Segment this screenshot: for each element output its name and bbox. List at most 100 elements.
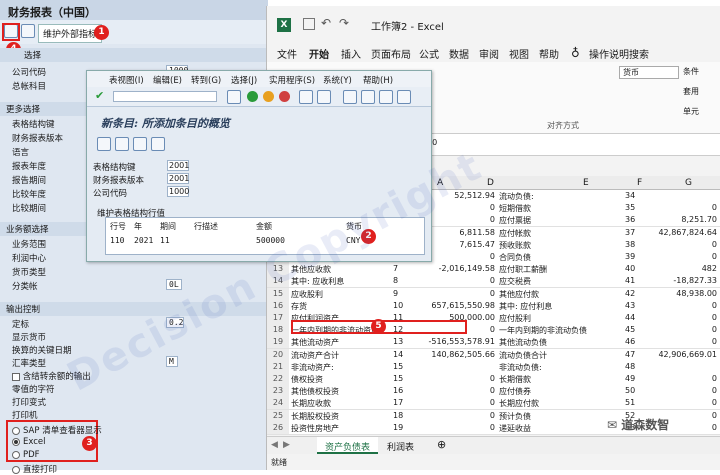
cell[interactable]: 应付帐款 — [499, 228, 621, 239]
cancel-icon[interactable] — [279, 91, 290, 102]
cell[interactable]: 应付股利 — [499, 313, 621, 324]
cell[interactable]: 7 — [393, 264, 423, 273]
table-row[interactable]: 15 应收股利 9 0 其他应付款 42 48,938.00 — [267, 287, 720, 301]
cell[interactable]: 应交税费 — [499, 276, 621, 287]
cell[interactable]: 38 — [625, 240, 649, 249]
cell[interactable]: 46 — [625, 337, 649, 346]
row-number[interactable]: 19 — [267, 336, 289, 349]
cell[interactable]: 应收股利 — [291, 289, 393, 300]
cell[interactable]: 13 — [393, 337, 423, 346]
radio-pdf[interactable]: PDF — [12, 450, 40, 460]
redo-icon[interactable]: ↷ — [339, 16, 349, 30]
cell[interactable]: 其他债权投资 — [291, 386, 393, 397]
radio-icon[interactable] — [12, 426, 20, 435]
cell[interactable]: 0 — [425, 386, 495, 395]
cell[interactable]: 42,867,824.64 — [651, 228, 717, 237]
cell[interactable]: 0 — [651, 252, 717, 261]
cell[interactable]: 34 — [625, 191, 649, 200]
cell[interactable]: 合同负债 — [499, 252, 621, 263]
cell[interactable]: 债权投资 — [291, 374, 393, 385]
cell[interactable]: 50 — [625, 386, 649, 395]
cell[interactable]: 非流动资产: — [291, 362, 393, 373]
menu-item[interactable]: 表视图(I) — [109, 74, 144, 86]
radio-direct-print[interactable]: 直接打印 — [12, 463, 57, 475]
col-header[interactable]: G — [685, 178, 692, 188]
row-number[interactable]: 17 — [267, 312, 289, 324]
cell[interactable]: 0 — [651, 240, 717, 249]
cell[interactable]: 0 — [425, 289, 495, 298]
table-row[interactable]: 16 存货 10 657,615,550.98 其中: 应付利息 43 0 — [267, 299, 720, 313]
tab-data[interactable]: 数据 — [449, 46, 469, 61]
cell[interactable]: 0 — [651, 301, 717, 310]
cell[interactable]: 预收账款 — [499, 240, 621, 251]
row-number[interactable]: 18 — [267, 324, 289, 337]
conditional-format-button[interactable]: 条件 — [683, 66, 699, 77]
checkbox-icon[interactable] — [12, 372, 20, 381]
undo-icon[interactable]: ↶ — [321, 16, 331, 30]
row-number[interactable]: 21 — [267, 360, 289, 373]
cell[interactable]: 应付债券 — [499, 386, 621, 397]
cell-year[interactable]: 2021 — [134, 236, 153, 245]
menu-item[interactable]: 帮助(H) — [363, 74, 393, 86]
col-header-year[interactable]: 年 — [134, 221, 142, 232]
cell[interactable]: 16 — [393, 386, 423, 395]
cell[interactable]: 44 — [625, 313, 649, 322]
menu-item[interactable]: 系统(Y) — [323, 74, 352, 86]
row-number[interactable]: 22 — [267, 373, 289, 385]
cell[interactable]: 45 — [625, 325, 649, 334]
cell[interactable]: 9 — [393, 289, 423, 298]
cell[interactable]: 19 — [393, 423, 423, 432]
cell[interactable]: -2,016,149.58 — [425, 264, 495, 273]
cell[interactable]: 15 — [393, 362, 423, 371]
cell[interactable]: 0 — [651, 203, 717, 212]
print-icon[interactable] — [299, 90, 313, 104]
number-format-select[interactable]: 货币 — [619, 66, 679, 79]
cell[interactable]: 长期应付款 — [499, 398, 621, 409]
cell[interactable]: -18,827.33 — [651, 276, 717, 285]
cell[interactable]: 39 — [625, 252, 649, 261]
sheet-tab-income[interactable]: 利润表 — [387, 440, 414, 453]
cell[interactable]: 流动资产合计 — [291, 350, 393, 361]
confirm-icon[interactable]: ✔ — [95, 89, 104, 102]
radio-excel[interactable]: Excel — [12, 437, 46, 447]
cell[interactable]: 长期应收款 — [291, 398, 393, 409]
command-field[interactable] — [113, 91, 217, 102]
cell[interactable]: 其他应付款 — [499, 289, 621, 300]
cell[interactable]: 14 — [393, 350, 423, 359]
cell[interactable]: 37 — [625, 228, 649, 237]
add-sheet-icon[interactable]: ⊕ — [437, 438, 446, 451]
first-page-icon[interactable] — [343, 90, 357, 104]
cell-row-no[interactable]: 110 — [110, 236, 124, 245]
cell[interactable]: 应付票据 — [499, 215, 621, 226]
cell[interactable]: 0 — [425, 398, 495, 407]
rate-type-input[interactable]: M — [166, 356, 178, 367]
cell[interactable]: -516,553,578.91 — [425, 337, 495, 346]
cell[interactable]: 7,615.47 — [425, 240, 495, 249]
row-number[interactable]: 23 — [267, 385, 289, 398]
cell[interactable]: 10 — [393, 301, 423, 310]
copy-variant-icon[interactable] — [21, 24, 35, 38]
cell[interactable]: 0 — [651, 386, 717, 395]
col-header-period[interactable]: 期间 — [160, 221, 176, 232]
cell[interactable]: 41 — [625, 276, 649, 285]
table-row[interactable]: 23 其他债权投资 16 0 应付债券 50 0 — [267, 385, 720, 399]
cell[interactable]: 短期借款 — [499, 203, 621, 214]
cell[interactable]: 8 — [393, 276, 423, 285]
cell[interactable]: 49 — [625, 374, 649, 383]
save-icon[interactable] — [303, 18, 315, 30]
row-number[interactable]: 25 — [267, 409, 289, 422]
cell[interactable]: 投资性房地产 — [291, 423, 393, 434]
table-row[interactable]: 21 非流动资产: 15 非流动负债: 48 — [267, 360, 720, 374]
cell[interactable]: 其他流动资产 — [291, 337, 393, 348]
cell[interactable]: 0 — [651, 337, 717, 346]
cell[interactable]: 42,906,669.01 — [651, 350, 717, 359]
menu-item[interactable]: 选择(J) — [231, 74, 257, 86]
cell[interactable]: 长期借款 — [499, 374, 621, 385]
tell-me-search[interactable]: 操作说明搜索 — [589, 46, 649, 61]
cell[interactable]: 15 — [393, 374, 423, 383]
cell[interactable]: 48,938.00 — [651, 289, 717, 298]
cell[interactable]: 657,615,550.98 — [425, 301, 495, 310]
cell[interactable]: 长期股权投资 — [291, 411, 393, 422]
cell[interactable]: 0 — [425, 374, 495, 383]
cell[interactable]: 其他流动负债 — [499, 337, 621, 348]
